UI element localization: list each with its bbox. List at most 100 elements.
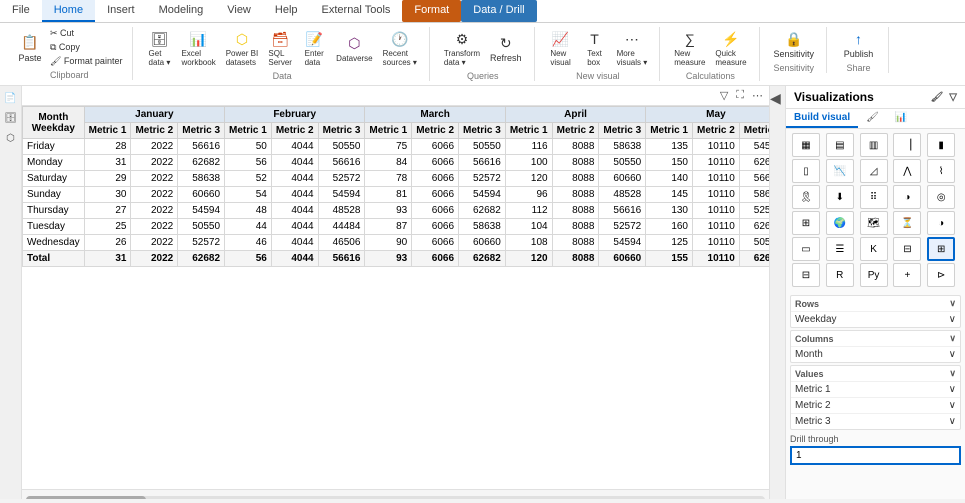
apr-m2: Metric 2 <box>552 123 599 139</box>
vis-donut[interactable]: ◎ <box>927 185 955 209</box>
sidebar-icon-report[interactable]: 📄 <box>3 90 19 106</box>
get-data-button[interactable]: 🗄 Getdata ▾ <box>143 27 175 69</box>
tab-data-drill[interactable]: Data / Drill <box>461 0 536 22</box>
mar-m2: Metric 2 <box>412 123 459 139</box>
table-row: Tuesday252022505504440444448487606658638… <box>23 219 770 235</box>
tab-help[interactable]: Help <box>263 0 310 22</box>
vis-column[interactable]: ▕ <box>893 133 921 157</box>
tab-modeling[interactable]: Modeling <box>147 0 216 22</box>
panel-format-tab[interactable]: 🖌 <box>931 92 944 103</box>
analytics-tab[interactable]: 📊 <box>887 109 915 128</box>
columns-chevron[interactable]: ∨ <box>949 333 956 344</box>
new-visual-button[interactable]: 📈 Newvisual <box>545 27 577 69</box>
publish-button[interactable]: ↑ Publish <box>840 27 878 61</box>
values-metric2-item[interactable]: Metric 2 ∨ <box>791 397 960 413</box>
new-visual-icon: 📈 <box>551 29 571 49</box>
filter-toolbar-btn[interactable]: ▽ <box>718 88 730 103</box>
vis-line-col[interactable]: ⌇ <box>927 159 955 183</box>
vis-pie[interactable]: ◑ <box>893 185 921 209</box>
powerbi-datasets-button[interactable]: ⬡ Power BIdatasets <box>222 27 262 69</box>
tab-view[interactable]: View <box>215 0 263 22</box>
refresh-button[interactable]: ↻ Refresh <box>486 31 526 65</box>
vis-waterfall[interactable]: ⬇ <box>826 185 854 209</box>
quick-measure-button[interactable]: ⚡ Quickmeasure <box>711 27 750 69</box>
format-painter-button[interactable]: 🖌 Format painter <box>48 55 124 68</box>
vis-kpi[interactable]: K <box>860 237 888 261</box>
vis-funnel[interactable]: ⏳ <box>893 211 921 235</box>
tab-file[interactable]: File <box>0 0 42 22</box>
main-layout: 📄 🗄 ⬡ ▽ ⛶ ⋯ MonthWeekday January Februar… <box>0 86 965 499</box>
values-metric1-chevron[interactable]: ∨ <box>949 384 956 395</box>
new-measure-button[interactable]: ∑ Newmeasure <box>670 27 709 69</box>
vis-multi-row[interactable]: ☰ <box>826 237 854 261</box>
vis-ribbon[interactable]: 🎗 <box>792 185 820 209</box>
recent-sources-label: Recentsources ▾ <box>383 49 417 67</box>
vis-card[interactable]: ▭ <box>792 237 820 261</box>
tab-insert[interactable]: Insert <box>95 0 147 22</box>
ribbon-group-queries: ⚙ Transformdata ▾ ↻ Refresh Queries <box>432 27 535 81</box>
columns-month-item[interactable]: Month ∨ <box>791 346 960 362</box>
vis-map[interactable]: 🌍 <box>826 211 854 235</box>
copy-button[interactable]: ⧉ Copy <box>48 41 124 54</box>
apr-m1: Metric 1 <box>505 123 552 139</box>
vis-python[interactable]: Py <box>860 263 888 287</box>
vis-100-col[interactable]: ▯ <box>792 159 820 183</box>
rows-chevron[interactable]: ∨ <box>949 298 956 309</box>
vis-matrix[interactable]: ⊟ <box>792 263 820 287</box>
vis-bar-chart[interactable]: ▦ <box>792 133 820 157</box>
data-table[interactable]: MonthWeekday January February March Apri… <box>22 106 769 489</box>
values-metric3-item[interactable]: Metric 3 ∨ <box>791 413 960 429</box>
focus-toolbar-btn[interactable]: ⛶ <box>734 88 746 103</box>
horizontal-scrollbar[interactable] <box>22 489 769 499</box>
more-visuals-button[interactable]: ⋯ Morevisuals ▾ <box>613 27 652 69</box>
vis-treemap[interactable]: ⊞ <box>792 211 820 235</box>
recent-sources-button[interactable]: 🕐 Recentsources ▾ <box>379 27 421 69</box>
cut-button[interactable]: ✂ Cut <box>48 27 124 40</box>
panel-collapse-button[interactable]: ◀ <box>770 90 781 107</box>
rows-weekday-item[interactable]: Weekday ∨ <box>791 311 960 327</box>
vis-area[interactable]: ◿ <box>860 159 888 183</box>
tab-format[interactable]: Format <box>402 0 461 22</box>
vis-stacked-col[interactable]: ▮ <box>927 133 955 157</box>
vis-gauge[interactable]: ◑ <box>927 211 955 235</box>
values-metric1-item[interactable]: Metric 1 ∨ <box>791 381 960 397</box>
vis-scatter[interactable]: ⠿ <box>860 185 888 209</box>
transform-data-button[interactable]: ⚙ Transformdata ▾ <box>440 27 484 69</box>
jan-metric3-cell: 62682 <box>178 155 225 171</box>
text-box-button[interactable]: T Textbox <box>579 27 611 69</box>
rows-weekday-chevron[interactable]: ∨ <box>949 314 956 325</box>
vis-stacked-bar[interactable]: ▤ <box>826 133 854 157</box>
enter-data-button[interactable]: 📝 Enterdata <box>298 27 330 69</box>
tab-home[interactable]: Home <box>42 0 95 22</box>
vis-line[interactable]: 📉 <box>826 159 854 183</box>
apr-metric1-cell: 116 <box>505 139 552 155</box>
build-visual-tab[interactable]: Build visual <box>786 109 858 128</box>
paste-button[interactable]: 📋 Paste <box>14 31 46 65</box>
values-chevron[interactable]: ∨ <box>949 368 956 379</box>
vis-filled-map[interactable]: 🗺 <box>860 211 888 235</box>
apr-metric2-cell: 8088 <box>552 187 599 203</box>
sql-server-button[interactable]: 🗃 SQLServer <box>264 27 296 69</box>
excel-workbook-button[interactable]: 📊 Excelworkbook <box>177 27 219 69</box>
vis-stacked-area[interactable]: ⋀ <box>893 159 921 183</box>
vis-slicer[interactable]: ⊟ <box>893 237 921 261</box>
sidebar-icon-data[interactable]: 🗄 <box>3 110 19 126</box>
vis-100-stacked-bar[interactable]: ▥ <box>860 133 888 157</box>
tab-external-tools[interactable]: External Tools <box>310 0 403 22</box>
values-metric2-chevron[interactable]: ∨ <box>949 400 956 411</box>
format-visual-tab[interactable]: 🖌 <box>858 109 887 128</box>
values-metric3-chevron[interactable]: ∨ <box>949 416 956 427</box>
more-toolbar-btn[interactable]: ⋯ <box>750 88 765 103</box>
vis-r[interactable]: R <box>826 263 854 287</box>
mar-metric3-cell: 50550 <box>459 139 506 155</box>
sidebar-icon-model[interactable]: ⬡ <box>3 130 19 146</box>
drill-through-input[interactable] <box>790 446 961 465</box>
columns-month-chevron[interactable]: ∨ <box>949 349 956 360</box>
vis-table[interactable]: ⊞ <box>927 237 955 261</box>
vis-custom[interactable]: + <box>893 263 921 287</box>
dataverse-button[interactable]: ⬡ Dataverse <box>332 32 376 65</box>
sensitivity-button[interactable]: 🔒 Sensitivity <box>770 27 819 61</box>
jan-metric2-cell: 2022 <box>131 155 178 171</box>
panel-filter-tab[interactable]: ▽ <box>949 92 957 103</box>
vis-decomp[interactable]: ⊳ <box>927 263 955 287</box>
